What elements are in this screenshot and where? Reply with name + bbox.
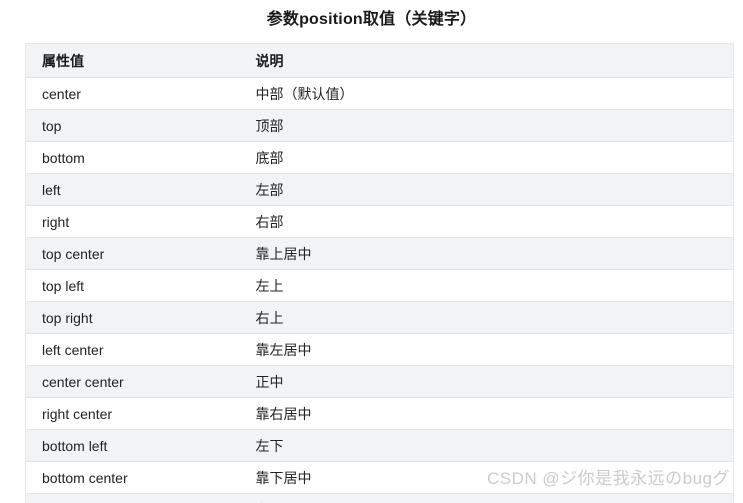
cell-attribute-value: bottom left <box>25 429 240 462</box>
cell-description: 左上 <box>239 269 734 302</box>
table-row: bottom center 靠下居中 <box>25 461 734 494</box>
cell-attribute-value: top right <box>25 301 240 334</box>
cell-description: 靠左居中 <box>239 333 734 366</box>
table-body: center 中部（默认值） top 顶部 bottom 底部 left 左部 … <box>25 77 734 503</box>
cell-attribute-value: top <box>25 109 240 142</box>
table-row: bottom left 左下 <box>25 429 734 462</box>
cell-attribute-value: right center <box>25 397 240 430</box>
table-row: top left 左上 <box>25 269 734 302</box>
cell-attribute-value: bottom center <box>25 461 240 494</box>
table-row: center 中部（默认值） <box>25 77 734 110</box>
cell-description: 正中 <box>239 365 734 398</box>
cell-attribute-value: left <box>25 173 240 206</box>
table-header: 属性值 说明 <box>25 43 734 78</box>
cell-description: 左部 <box>239 173 734 206</box>
cell-description: 底部 <box>239 141 734 174</box>
column-header-attribute-value: 属性值 <box>25 43 240 78</box>
table-row: right 右部 <box>25 205 734 238</box>
table-container: 属性值 说明 center 中部（默认值） top 顶部 bottom 底部 l… <box>25 43 734 503</box>
cell-attribute-value: bottom <box>25 141 240 174</box>
cell-description: 右上 <box>239 301 734 334</box>
table-row: center center 正中 <box>25 365 734 398</box>
column-header-description: 说明 <box>239 43 734 78</box>
table-row: top right 右上 <box>25 301 734 334</box>
cell-description: 靠下居中 <box>239 461 734 494</box>
cell-description: 顶部 <box>239 109 734 142</box>
page-root: 参数position取值（关键字） 属性值 说明 center 中部（默认值） … <box>0 0 743 503</box>
page-title: 参数position取值（关键字） <box>266 11 477 28</box>
cell-attribute-value: center center <box>25 365 240 398</box>
cell-attribute-value: center <box>25 77 240 110</box>
table-row: top 顶部 <box>25 109 734 142</box>
cell-description: 左下 <box>239 429 734 462</box>
table-header-row: 属性值 说明 <box>25 43 734 78</box>
table-row: left center 靠左居中 <box>25 333 734 366</box>
table-row: right center 靠右居中 <box>25 397 734 430</box>
cell-attribute-value: top center <box>25 237 240 270</box>
cell-description: 靠右居中 <box>239 397 734 430</box>
cell-description: 右下 <box>239 493 734 503</box>
cell-description: 中部（默认值） <box>239 77 734 110</box>
table-row: left 左部 <box>25 173 734 206</box>
cell-attribute-value: right <box>25 205 240 238</box>
table-row: top center 靠上居中 <box>25 237 734 270</box>
table-row: bottom right 右下 <box>25 493 734 503</box>
table-row: bottom 底部 <box>25 141 734 174</box>
cell-attribute-value: left center <box>25 333 240 366</box>
cell-description: 右部 <box>239 205 734 238</box>
position-values-table: 属性值 说明 center 中部（默认值） top 顶部 bottom 底部 l… <box>25 43 734 503</box>
cell-attribute-value: top left <box>25 269 240 302</box>
cell-description: 靠上居中 <box>239 237 734 270</box>
cell-attribute-value: bottom right <box>25 493 240 503</box>
